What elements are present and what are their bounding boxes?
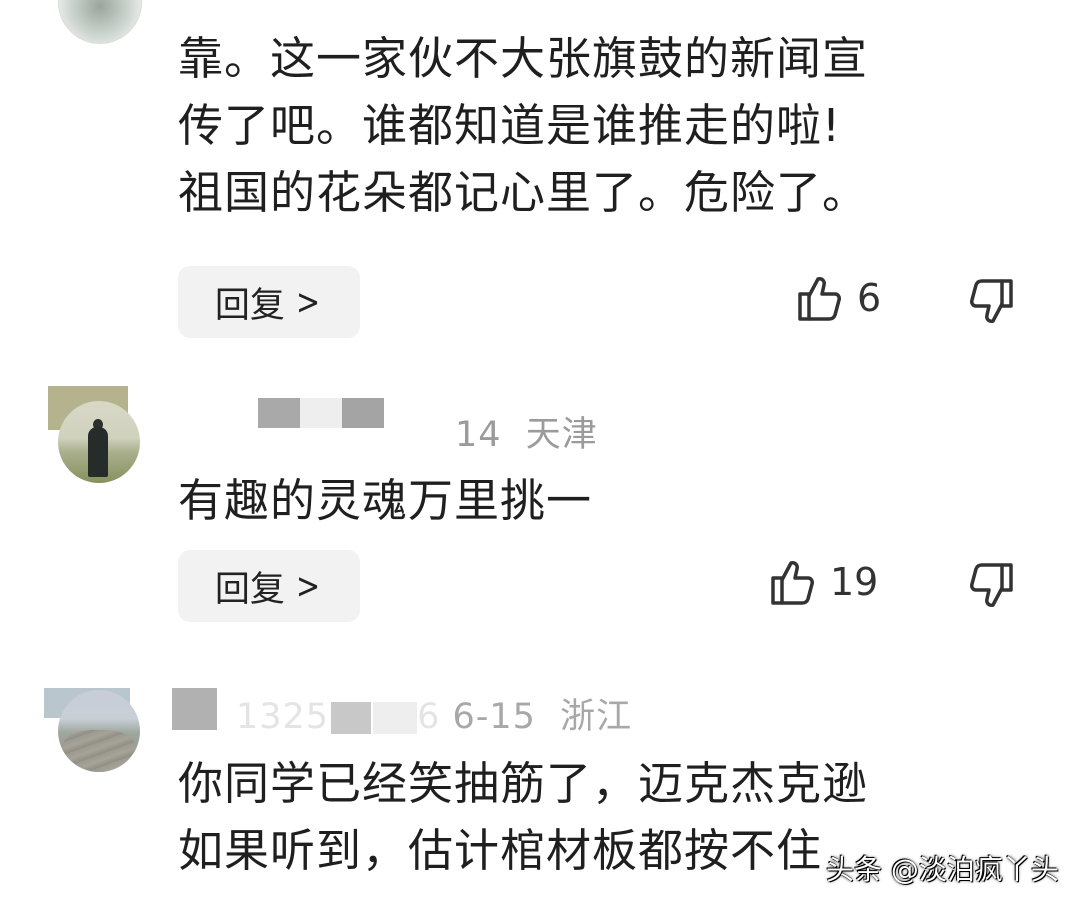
- avatar[interactable]: [58, 690, 140, 772]
- thumbs-down-icon: [968, 562, 1014, 610]
- comment-meta: 14 天津: [455, 415, 598, 455]
- like-count: 6: [857, 276, 882, 320]
- comment-text: 有趣的灵魂万里挑一: [178, 474, 593, 527]
- dislike-button[interactable]: [968, 278, 1014, 326]
- thumbs-up-icon: [770, 558, 816, 606]
- comment-thread: 靠。这一家伙不大张旗鼓的新闻宣 传了吧。谁都知道是谁推走的啦! 祖国的花朵都记心…: [0, 0, 1080, 911]
- reply-label: 回复: [214, 285, 285, 326]
- avatar[interactable]: [58, 0, 142, 44]
- username-mosaic: [172, 688, 217, 730]
- comment-meta: 1325 6 6-15 浙江: [236, 697, 633, 737]
- thumbs-up-icon: [797, 274, 843, 322]
- username-mosaic: [258, 398, 384, 428]
- like-button[interactable]: 19: [770, 558, 878, 606]
- reply-label: 回复: [214, 569, 285, 610]
- chevron-right-icon: >: [295, 281, 321, 323]
- comment-text: 你同学已经笑抽筋了，迈克杰克逊 如果听到，估计棺材板都按不住: [178, 757, 869, 877]
- comment-text: 靠。这一家伙不大张旗鼓的新闻宣 传了吧。谁都知道是谁推走的啦! 祖国的花朵都记心…: [178, 32, 869, 219]
- like-count: 19: [830, 560, 879, 604]
- reply-button[interactable]: 回复 >: [178, 550, 360, 622]
- avatar[interactable]: [58, 401, 140, 483]
- like-button[interactable]: 6: [797, 274, 881, 322]
- watermark: 头条 @淡泊疯丫头: [826, 853, 1059, 886]
- reply-button[interactable]: 回复 >: [178, 266, 360, 338]
- dislike-button[interactable]: [968, 562, 1014, 610]
- chevron-right-icon: >: [295, 565, 321, 607]
- thumbs-down-icon: [968, 278, 1014, 326]
